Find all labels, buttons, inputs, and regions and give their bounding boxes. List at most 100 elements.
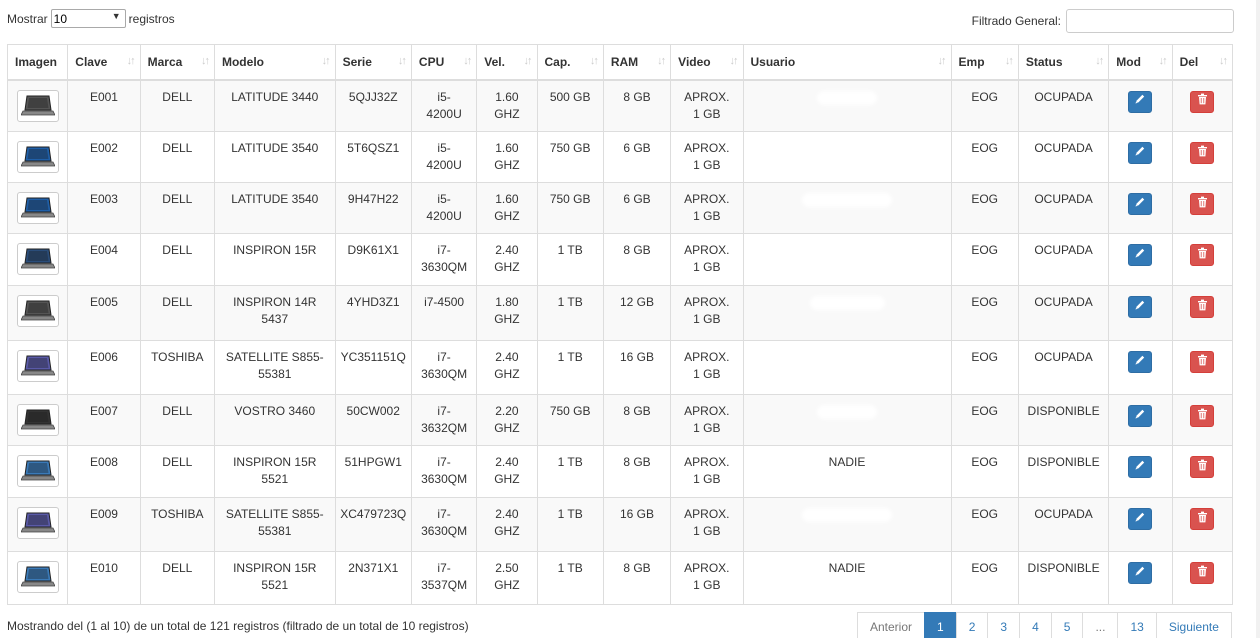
edit-button[interactable] xyxy=(1128,142,1153,164)
laptop-icon[interactable] xyxy=(16,89,59,122)
column-header-label: Imagen xyxy=(15,54,58,69)
table-row: E010 DELL INSPIRON 15R 5521 2N371X1 i7- 3537… xyxy=(6,551,1234,605)
sort-icon[interactable]: ↓↑ xyxy=(590,55,599,67)
delete-button[interactable] xyxy=(1190,244,1215,266)
column-header-del[interactable]: Del ↓↑ xyxy=(1171,44,1234,81)
delete-button[interactable] xyxy=(1190,456,1215,478)
laptop-icon[interactable] xyxy=(16,404,59,436)
page-button-4[interactable]: 4 xyxy=(1019,612,1052,638)
table-row: E007 DELL VOSTRO 3460 50CW002 i7- 3632QM 2.20… xyxy=(6,394,1234,446)
delete-button[interactable] xyxy=(1190,142,1215,164)
column-header-modelo[interactable]: Modelo ↓↑ xyxy=(213,44,336,81)
cell-video: APROX. 1 GB xyxy=(670,394,744,446)
edit-button[interactable] xyxy=(1128,405,1153,427)
cell-cap: 1 TB xyxy=(536,340,604,395)
cell-imagen xyxy=(6,497,69,552)
cell-video: APROX. 1 GB xyxy=(670,497,744,552)
column-header-video[interactable]: Video ↓↑ xyxy=(670,44,744,81)
sort-icon[interactable]: ↓↑ xyxy=(938,55,947,67)
delete-button[interactable] xyxy=(1190,351,1215,373)
delete-button[interactable] xyxy=(1190,508,1215,530)
edit-button[interactable] xyxy=(1128,351,1153,373)
laptop-icon[interactable] xyxy=(16,455,59,487)
page-button-13[interactable]: 13 xyxy=(1117,612,1157,638)
sort-icon[interactable]: ↓↑ xyxy=(1095,55,1104,67)
next-page-button[interactable]: Siguiente xyxy=(1155,612,1232,638)
laptop-icon[interactable] xyxy=(16,350,59,382)
sort-icon[interactable]: ↓↑ xyxy=(1005,55,1014,67)
sort-icon[interactable]: ↓↑ xyxy=(201,55,210,67)
cell-serie: 5QJJ32Z xyxy=(334,79,412,132)
length-menu-suffix: registros xyxy=(128,11,175,26)
cell-vel: 2.40 GHZ xyxy=(476,233,538,286)
column-header-cap[interactable]: Cap. ↓↑ xyxy=(536,44,604,81)
length-select[interactable]: 10 xyxy=(50,9,126,28)
sort-icon[interactable]: ↓↑ xyxy=(398,55,407,67)
sort-icon[interactable]: ↓↑ xyxy=(1219,55,1228,67)
cell-del xyxy=(1171,79,1234,132)
page-ellipsis[interactable]: ... xyxy=(1082,612,1119,638)
trash-icon xyxy=(1197,354,1208,371)
page-button-1[interactable]: 1 xyxy=(924,612,957,638)
column-header-usuario[interactable]: Usuario ↓↑ xyxy=(742,44,952,81)
edit-button[interactable] xyxy=(1128,193,1153,215)
length-select-wrapper[interactable]: 10 ▼ xyxy=(50,9,126,28)
edit-button[interactable] xyxy=(1128,90,1153,113)
prev-page-button[interactable]: Anterior xyxy=(857,612,926,638)
cell-text: 5T6QSZ1 xyxy=(347,141,400,155)
cell-text: EOG xyxy=(971,455,999,469)
cell-clave: E003 xyxy=(67,182,141,234)
column-header-clave[interactable]: Clave ↓↑ xyxy=(67,44,141,81)
column-header-emp[interactable]: Emp ↓↑ xyxy=(950,44,1019,81)
laptop-icon[interactable] xyxy=(16,561,59,593)
sort-icon[interactable]: ↓↑ xyxy=(127,55,136,67)
laptop-icon[interactable] xyxy=(16,507,59,539)
page-button-2[interactable]: 2 xyxy=(955,612,989,638)
edit-button[interactable] xyxy=(1128,244,1153,266)
cell-status: OCUPADA xyxy=(1017,340,1110,395)
edit-button[interactable] xyxy=(1128,456,1153,478)
page-button-5[interactable]: 5 xyxy=(1050,612,1084,638)
cell-text: DELL xyxy=(162,295,193,309)
sort-icon[interactable]: ↓↑ xyxy=(730,55,739,67)
delete-button[interactable] xyxy=(1190,193,1215,215)
cell-text: 500 GB xyxy=(549,89,591,104)
cell-text: E006 xyxy=(89,350,118,364)
delete-button[interactable] xyxy=(1190,562,1215,584)
laptop-icon[interactable] xyxy=(16,192,59,224)
column-header-status[interactable]: Status ↓↑ xyxy=(1017,44,1110,81)
scrollbar[interactable] xyxy=(1256,0,1260,638)
delete-button[interactable] xyxy=(1190,296,1215,318)
cell-cap: 1 TB xyxy=(536,445,604,498)
edit-button[interactable] xyxy=(1128,508,1153,530)
laptop-icon[interactable] xyxy=(16,141,59,173)
column-header-serie[interactable]: Serie ↓↑ xyxy=(334,44,412,81)
sort-icon[interactable]: ↓↑ xyxy=(657,55,666,67)
sort-icon[interactable]: ↓↑ xyxy=(463,55,472,67)
column-header-cpu[interactable]: CPU ↓↑ xyxy=(410,44,478,81)
laptop-icon[interactable] xyxy=(16,243,59,275)
cell-usuario xyxy=(742,131,952,183)
cell-mod xyxy=(1108,233,1173,286)
cell-clave: E007 xyxy=(67,394,141,446)
delete-button[interactable] xyxy=(1190,90,1215,113)
page-button-3[interactable]: 3 xyxy=(987,612,1021,638)
edit-button[interactable] xyxy=(1128,562,1153,584)
sort-icon[interactable]: ↓↑ xyxy=(322,55,331,67)
column-header-mod[interactable]: Mod ↓↑ xyxy=(1108,44,1173,81)
filter-label: Filtrado General: xyxy=(971,14,1061,28)
edit-button[interactable] xyxy=(1128,296,1153,318)
cell-text: 2.40 GHZ xyxy=(494,507,520,538)
pencil-icon xyxy=(1134,459,1146,476)
delete-button[interactable] xyxy=(1190,405,1215,427)
column-header-ram[interactable]: RAM ↓↑ xyxy=(602,44,672,81)
laptop-icon[interactable] xyxy=(16,295,59,327)
sort-icon[interactable]: ↓↑ xyxy=(524,55,533,67)
cell-text: 8 GB xyxy=(623,455,651,469)
column-header-marca[interactable]: Marca ↓↑ xyxy=(139,44,215,81)
sort-icon[interactable]: ↓↑ xyxy=(1159,55,1168,67)
cell-mod xyxy=(1108,182,1173,234)
filter-input[interactable] xyxy=(1066,9,1234,33)
redacted-user xyxy=(817,90,877,105)
column-header-vel[interactable]: Vel. ↓↑ xyxy=(476,44,538,81)
